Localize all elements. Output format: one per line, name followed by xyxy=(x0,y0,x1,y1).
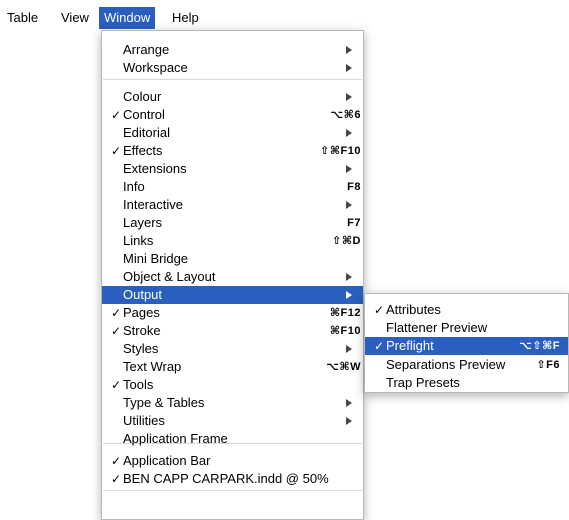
submenu-arrow-icon xyxy=(346,273,352,281)
keyboard-shortcut: ⇧⌘D xyxy=(332,235,361,247)
keyboard-shortcut: ⌥⌘6 xyxy=(330,109,361,121)
menu-item-arrange[interactable]: Arrange xyxy=(102,41,363,59)
window-menu: Arrange Workspace Colour ✓ Control ⌥⌘6 Editori… xyxy=(101,30,364,520)
menu-item-label: Colour xyxy=(123,89,162,104)
submenu-item-flattener-preview[interactable]: Flattener Preview xyxy=(365,319,568,337)
menu-item-utilities[interactable]: Utilities xyxy=(102,412,363,430)
submenu-arrow-icon xyxy=(346,417,352,425)
menu-item-editorial[interactable]: Editorial xyxy=(102,124,363,142)
checkmark-icon: ✓ xyxy=(111,144,122,158)
keyboard-shortcut: F7 xyxy=(347,217,361,229)
menu-item-mini-bridge[interactable]: Mini Bridge xyxy=(102,250,363,268)
submenu-arrow-icon xyxy=(346,399,352,407)
menu-item-label: Mini Bridge xyxy=(123,251,189,266)
submenu-arrow-icon xyxy=(346,64,352,72)
menu-item-label: Info xyxy=(123,179,145,194)
menu-item-object-layout[interactable]: Object & Layout xyxy=(102,268,363,286)
checkmark-icon: ✓ xyxy=(111,454,122,468)
menu-item-label: Layers xyxy=(123,215,163,230)
submenu-arrow-icon xyxy=(346,165,352,173)
menu-item-colour[interactable]: Colour xyxy=(102,88,363,106)
menu-item-label: BEN CAPP CARPARK.indd @ 50% xyxy=(123,471,329,486)
submenu-item-trap-presets[interactable]: Trap Presets xyxy=(365,374,568,392)
submenu-item-preflight[interactable]: ✓ Preflight ⌥⇧⌘F xyxy=(365,337,568,355)
checkmark-icon: ✓ xyxy=(111,306,122,320)
menu-table[interactable]: Table xyxy=(7,7,38,29)
menu-item-label: Effects xyxy=(123,143,163,158)
menu-item-output[interactable]: Output xyxy=(102,286,363,304)
menu-separator xyxy=(103,79,362,80)
menu-window[interactable]: Window xyxy=(99,7,156,29)
menu-separator xyxy=(103,490,362,491)
menu-item-label: Interactive xyxy=(123,197,183,212)
menu-item-label: Application Bar xyxy=(123,453,211,468)
menu-item-application-bar[interactable]: ✓ Application Bar xyxy=(102,452,363,470)
menu-bar: Table View Window Help xyxy=(0,0,569,30)
menu-item-label: Arrange xyxy=(123,42,170,57)
menu-item-interactive[interactable]: Interactive xyxy=(102,196,363,214)
checkmark-icon: ✓ xyxy=(111,472,122,486)
menu-view[interactable]: View xyxy=(61,7,89,29)
menu-item-effects[interactable]: ✓ Effects ⇧⌘F10 xyxy=(102,142,363,160)
submenu-arrow-icon xyxy=(346,46,352,54)
keyboard-shortcut: ⌥⌘W xyxy=(326,361,361,373)
submenu-item-label: Preflight xyxy=(386,338,434,353)
keyboard-shortcut: ⇧F6 xyxy=(536,359,560,371)
submenu-arrow-icon xyxy=(346,201,352,209)
menu-item-label: Control xyxy=(123,107,165,122)
menu-item-info[interactable]: Info F8 xyxy=(102,178,363,196)
menu-item-label: Stroke xyxy=(123,323,161,338)
output-submenu: ✓ Attributes Flattener Preview ✓ Preflight ⌥⇧… xyxy=(364,293,569,393)
menu-item-label: Pages xyxy=(123,305,160,320)
menu-item-ben-capp-carpark-indd-50[interactable]: ✓ BEN CAPP CARPARK.indd @ 50% xyxy=(102,470,363,488)
submenu-item-label: Attributes xyxy=(386,302,441,317)
menu-item-label: Text Wrap xyxy=(123,359,182,374)
checkmark-icon: ✓ xyxy=(111,378,122,392)
keyboard-shortcut: ⌘F10 xyxy=(329,325,361,337)
checkmark-icon: ✓ xyxy=(374,303,385,317)
submenu-item-label: Separations Preview xyxy=(386,357,506,372)
menu-item-label: Type & Tables xyxy=(123,395,205,410)
menu-item-label: Styles xyxy=(123,341,159,356)
submenu-arrow-icon xyxy=(346,291,352,299)
checkmark-icon: ✓ xyxy=(111,108,122,122)
menu-item-stroke[interactable]: ✓ Stroke ⌘F10 xyxy=(102,322,363,340)
menu-item-label: Object & Layout xyxy=(123,269,216,284)
submenu-item-separations-preview[interactable]: Separations Preview ⇧F6 xyxy=(365,356,568,374)
submenu-arrow-icon xyxy=(346,93,352,101)
submenu-item-label: Trap Presets xyxy=(386,375,460,390)
menu-item-control[interactable]: ✓ Control ⌥⌘6 xyxy=(102,106,363,124)
menu-help[interactable]: Help xyxy=(172,7,199,29)
checkmark-icon: ✓ xyxy=(111,324,122,338)
menu-item-layers[interactable]: Layers F7 xyxy=(102,214,363,232)
menu-item-text-wrap[interactable]: Text Wrap ⌥⌘W xyxy=(102,358,363,376)
menu-item-links[interactable]: Links ⇧⌘D xyxy=(102,232,363,250)
menu-item-styles[interactable]: Styles xyxy=(102,340,363,358)
submenu-item-label: Flattener Preview xyxy=(386,320,488,335)
keyboard-shortcut: F8 xyxy=(347,181,361,193)
menu-item-label: Utilities xyxy=(123,413,165,428)
menu-item-label: Output xyxy=(123,287,163,302)
menu-item-label: Links xyxy=(123,233,154,248)
menu-item-label: Application Frame xyxy=(123,431,228,446)
keyboard-shortcut: ⌘F12 xyxy=(329,307,361,319)
menu-item-label: Editorial xyxy=(123,125,170,140)
menu-item-pages[interactable]: ✓ Pages ⌘F12 xyxy=(102,304,363,322)
keyboard-shortcut: ⇧⌘F10 xyxy=(320,145,361,157)
menu-item-type-tables[interactable]: Type & Tables xyxy=(102,394,363,412)
menu-item-workspace[interactable]: Workspace xyxy=(102,59,363,77)
submenu-arrow-icon xyxy=(346,129,352,137)
menu-item-label: Workspace xyxy=(123,60,188,75)
menu-item-tools[interactable]: ✓ Tools xyxy=(102,376,363,394)
submenu-arrow-icon xyxy=(346,345,352,353)
menu-item-label: Extensions xyxy=(123,161,187,176)
menu-item-label: Tools xyxy=(123,377,154,392)
keyboard-shortcut: ⌥⇧⌘F xyxy=(519,340,560,352)
submenu-item-attributes[interactable]: ✓ Attributes xyxy=(365,301,568,319)
checkmark-icon: ✓ xyxy=(374,339,385,353)
menu-item-extensions[interactable]: Extensions xyxy=(102,160,363,178)
menu-item-application-frame[interactable]: Application Frame xyxy=(102,430,363,448)
